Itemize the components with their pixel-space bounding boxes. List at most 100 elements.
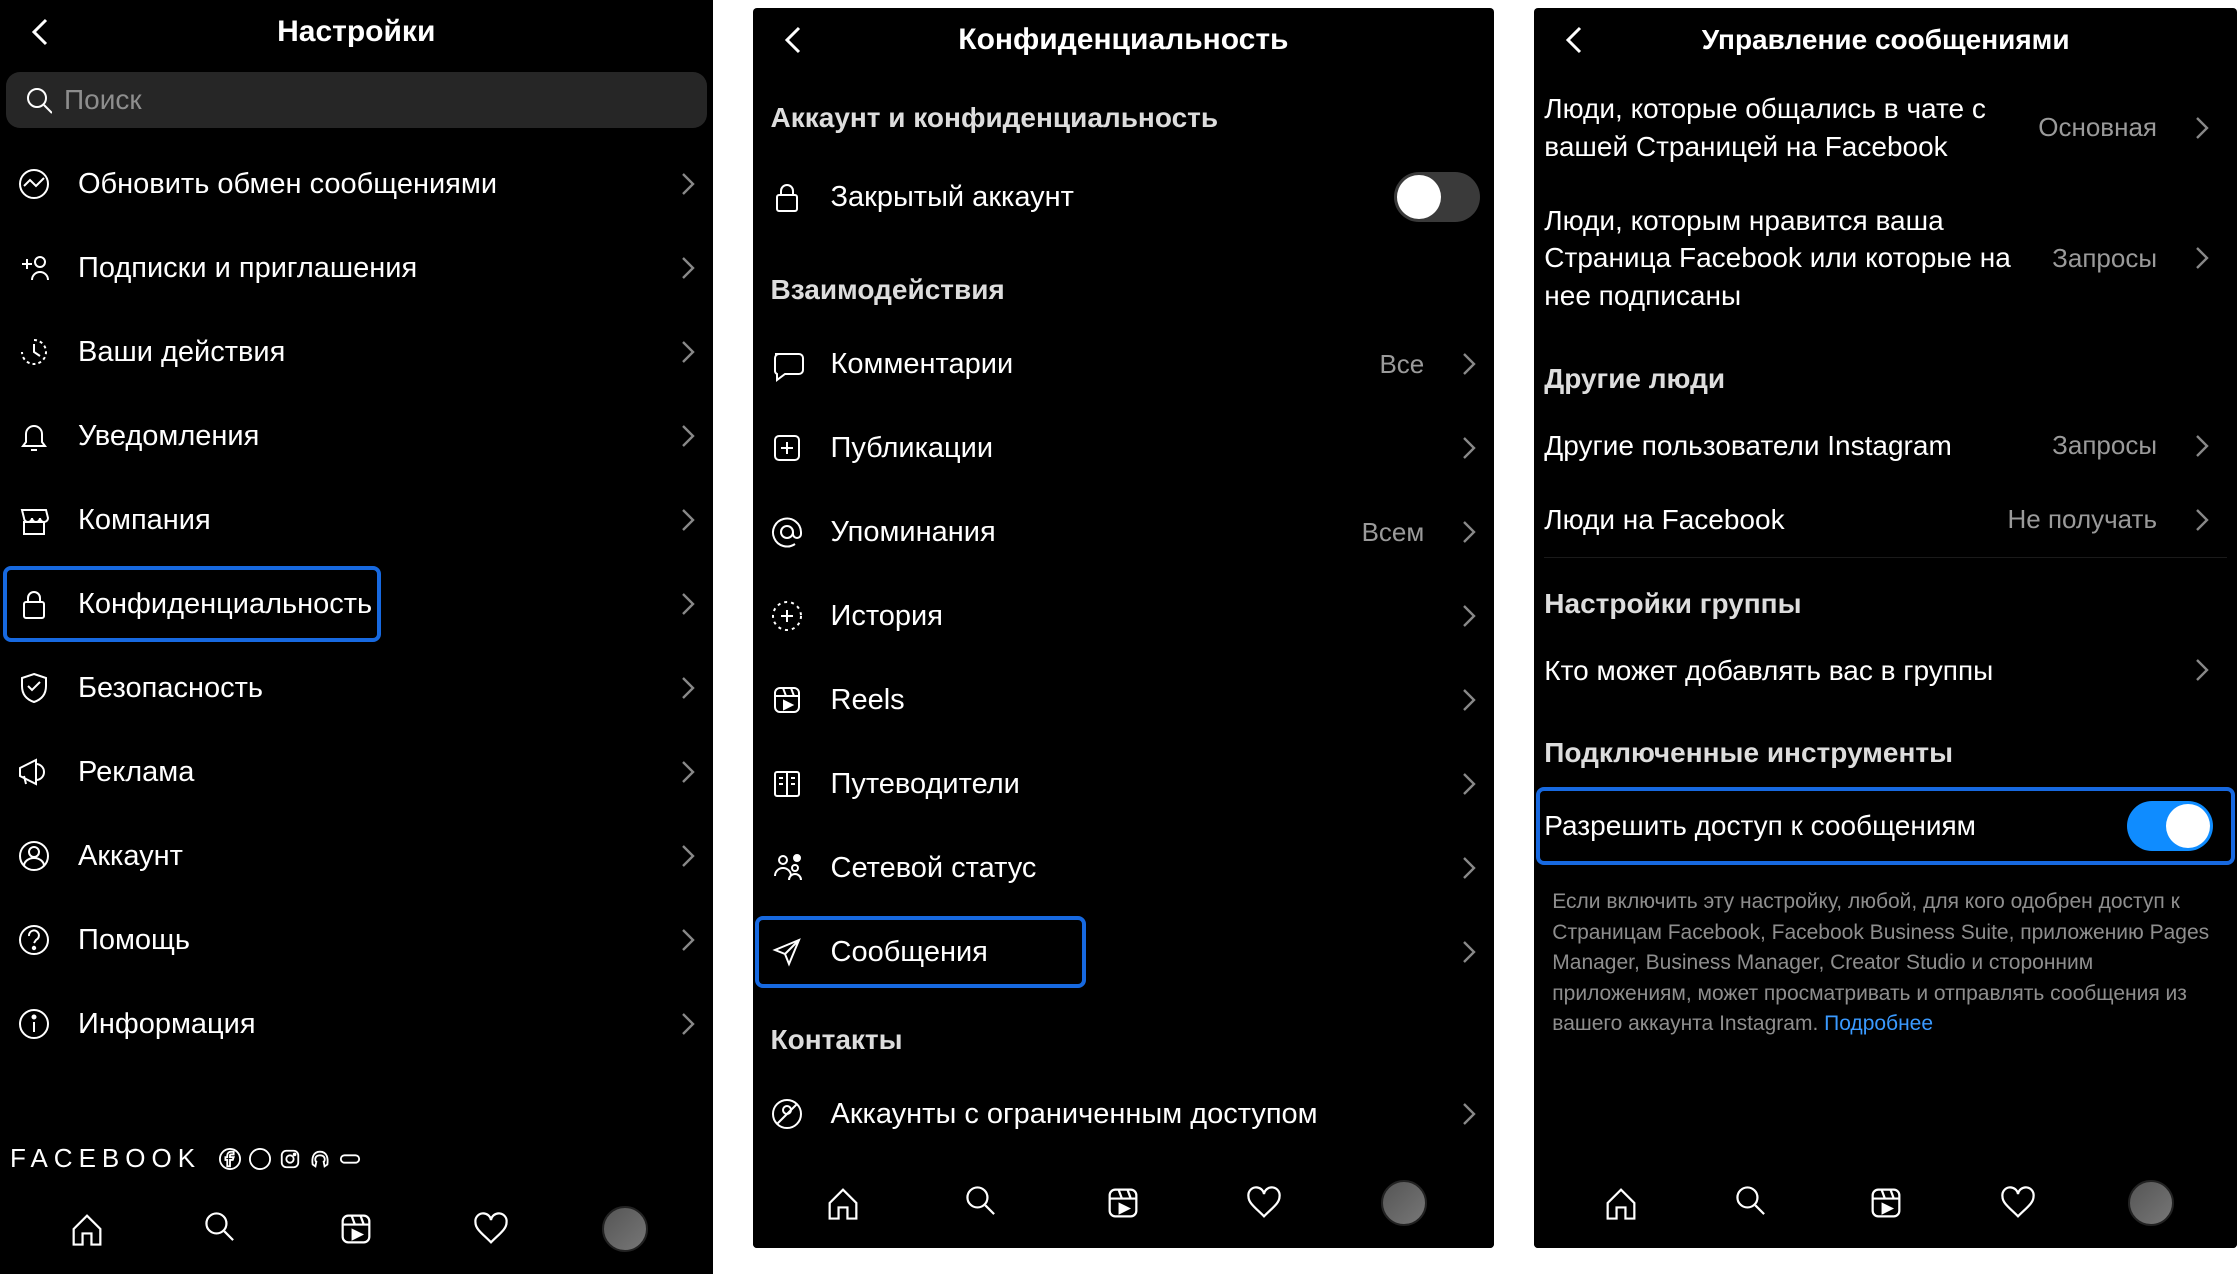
person-plus-icon (14, 248, 54, 288)
item-label: Реклама (78, 756, 651, 789)
item-bell[interactable]: Уведомления (0, 394, 713, 478)
item-status[interactable]: Сетевой статус (753, 826, 1495, 910)
allow-access-toggle[interactable] (2127, 801, 2213, 851)
item-megaphone[interactable]: Реклама (0, 730, 713, 814)
item-info[interactable]: Информация (0, 982, 713, 1066)
item-private-account[interactable]: Закрытый аккаунт (753, 150, 1495, 244)
tab-reels[interactable] (1099, 1179, 1147, 1227)
item-label: Разрешить доступ к сообщениям (1544, 807, 2103, 845)
megaphone-icon (14, 752, 54, 792)
section-header: Настройки группы (1544, 558, 2227, 634)
item-comment[interactable]: КомментарииВсе (753, 322, 1495, 406)
chevron-right-icon (1456, 940, 1480, 964)
tab-reels[interactable] (1862, 1179, 1910, 1227)
chevron-right-icon (1456, 688, 1480, 712)
item-label: Помощь (78, 924, 651, 957)
item-help[interactable]: Помощь (0, 898, 713, 982)
shield-icon (14, 668, 54, 708)
help-icon (14, 920, 54, 960)
item-label: Комментарии (831, 348, 1356, 381)
item-value: Запросы (2052, 430, 2157, 461)
item-send[interactable]: Сообщения (753, 910, 1495, 994)
chevron-right-icon (1456, 772, 1480, 796)
item-label: История (831, 600, 1433, 633)
item-fb-0[interactable]: Люди, которые общались в чате с вашей Ст… (1544, 72, 2227, 184)
post-icon (767, 428, 807, 468)
item-group-add[interactable]: Кто может добавлять вас в группы (1544, 634, 2227, 708)
tab-search[interactable] (1729, 1179, 1777, 1227)
item-label: Сетевой статус (831, 852, 1433, 885)
item-restricted-accounts[interactable]: Аккаунты с ограниченным доступом (753, 1072, 1495, 1156)
footer-brand: FACEBOOK (10, 1143, 361, 1174)
back-button[interactable] (1554, 18, 1598, 62)
back-button[interactable] (20, 10, 64, 54)
item-account[interactable]: Аккаунт (0, 814, 713, 898)
item-label: Люди на Facebook (1544, 501, 1983, 539)
tab-activity[interactable] (467, 1205, 515, 1253)
avatar-icon (2128, 1180, 2174, 1226)
item-allow-access[interactable]: Разрешить доступ к сообщениям (1544, 783, 2227, 869)
item-label: Аккаунты с ограниченным доступом (831, 1098, 1433, 1131)
chevron-right-icon (1456, 856, 1480, 880)
back-button[interactable] (773, 18, 817, 62)
tab-home[interactable] (63, 1205, 111, 1253)
item-label: Упоминания (831, 516, 1338, 549)
header: Настройки (0, 0, 713, 64)
store-icon (14, 500, 54, 540)
status-icon (767, 848, 807, 888)
tab-profile[interactable] (2127, 1179, 2175, 1227)
search-icon (24, 86, 52, 114)
search-bar[interactable] (6, 72, 707, 128)
chevron-right-icon (675, 1012, 699, 1036)
private-toggle[interactable] (1394, 172, 1480, 222)
tab-profile[interactable] (1380, 1179, 1428, 1227)
item-store[interactable]: Компания (0, 478, 713, 562)
tab-bar (753, 1158, 1495, 1248)
tab-profile[interactable] (601, 1205, 649, 1253)
activity-icon (14, 332, 54, 372)
item-guides[interactable]: Путеводители (753, 742, 1495, 826)
item-shield[interactable]: Безопасность (0, 646, 713, 730)
tab-home[interactable] (1597, 1179, 1645, 1227)
info-icon (14, 1004, 54, 1044)
item-post[interactable]: Публикации (753, 406, 1495, 490)
item-activity[interactable]: Ваши действия (0, 310, 713, 394)
footnote: Если включить эту настройку, любой, для … (1544, 869, 2227, 1039)
tab-activity[interactable] (1240, 1179, 1288, 1227)
tab-activity[interactable] (1994, 1179, 2042, 1227)
send-icon (767, 932, 807, 972)
settings-list: Обновить обмен сообщениямиПодписки и при… (0, 142, 713, 1266)
panel-settings: Настройки Обновить обмен сообщениямиПодп… (0, 0, 713, 1274)
header-title: Настройки (64, 15, 649, 49)
tab-search[interactable] (198, 1205, 246, 1253)
privacy-list: Аккаунт и конфиденциальность Закрытый ак… (753, 72, 1495, 1162)
chevron-right-icon (675, 172, 699, 196)
tab-home[interactable] (819, 1179, 867, 1227)
avatar-icon (1381, 1180, 1427, 1226)
tab-search[interactable] (959, 1179, 1007, 1227)
item-person-plus[interactable]: Подписки и приглашения (0, 226, 713, 310)
search-input[interactable] (64, 84, 689, 116)
header-title: Конфиденциальность (817, 23, 1431, 57)
item-fb-1[interactable]: Люди, которым нравится ваша Страница Fac… (1544, 184, 2227, 333)
item-lock[interactable]: Конфиденциальность (0, 562, 713, 646)
item-mention[interactable]: Упоминания Всем (753, 490, 1495, 574)
messenger-icon (14, 164, 54, 204)
item-other-0[interactable]: Другие пользователи InstagramЗапросы (1544, 409, 2227, 483)
item-value: Всем (1362, 517, 1425, 548)
item-other-1[interactable]: Люди на FacebookНе получать (1544, 483, 2227, 557)
guides-icon (767, 764, 807, 804)
chevron-right-icon (675, 676, 699, 700)
chevron-right-icon (675, 760, 699, 784)
item-label: Безопасность (78, 672, 651, 705)
item-label: Уведомления (78, 420, 651, 453)
item-value: Основная (2038, 112, 2157, 143)
item-messenger[interactable]: Обновить обмен сообщениями (0, 142, 713, 226)
item-reels[interactable]: Reels (753, 658, 1495, 742)
chevron-right-icon (675, 592, 699, 616)
tab-reels[interactable] (332, 1205, 380, 1253)
item-story[interactable]: История (753, 574, 1495, 658)
chevron-right-icon (2189, 508, 2213, 532)
chevron-right-icon (1456, 604, 1480, 628)
learn-more-link[interactable]: Подробнее (1824, 1012, 1933, 1035)
